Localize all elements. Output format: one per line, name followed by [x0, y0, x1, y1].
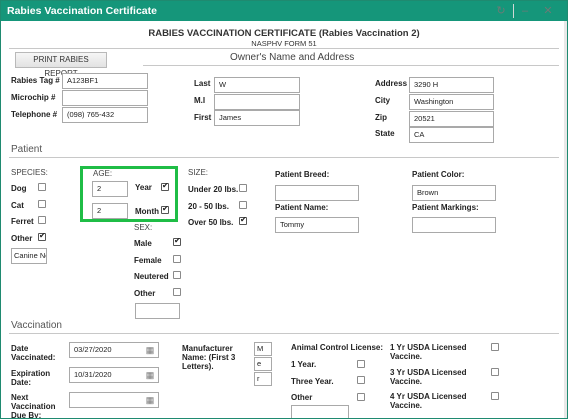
species-other-checkbox[interactable]	[38, 231, 46, 241]
patient-divider	[9, 157, 559, 158]
species-cat-label: Cat	[11, 201, 24, 210]
patient-markings-input[interactable]	[412, 217, 496, 233]
patient-breed-label: Patient Breed:	[275, 170, 330, 179]
license-other-input[interactable]	[291, 405, 349, 418]
size-20-50-label: 20 - 50 lbs.	[188, 202, 229, 211]
certificate-window: Rabies Vaccination Certificate ↻ – ✕ RAB…	[0, 0, 568, 419]
sex-label: SEX:	[134, 223, 153, 232]
city-input[interactable]: Washington	[409, 94, 494, 110]
size-under-20-checkbox[interactable]	[239, 184, 247, 192]
size-over-50-label: Over 50 lbs.	[188, 218, 234, 227]
license-1-year-checkbox[interactable]	[357, 360, 365, 368]
page-title: RABIES VACCINATION CERTIFICATE (Rabies V…	[148, 28, 420, 39]
manufacturer-label: Manufacturer Name: (First 3 Letters).	[182, 344, 236, 371]
form-number: NASPHV FORM 51	[251, 39, 317, 48]
sex-male-checkbox[interactable]	[173, 236, 181, 246]
state-input[interactable]: CA	[409, 127, 494, 143]
rabies-tag-input[interactable]: A123BF1	[62, 73, 148, 89]
zip-input[interactable]: 20521	[409, 111, 494, 127]
age-highlight-box	[80, 166, 178, 222]
species-cat-checkbox[interactable]	[38, 200, 46, 208]
sex-neutered-checkbox[interactable]	[173, 271, 181, 279]
usda-1yr-label: 1 Yr USDA Licensed Vaccine.	[390, 343, 467, 361]
middle-initial-input[interactable]	[214, 94, 300, 110]
last-name-input[interactable]: W	[214, 77, 300, 93]
size-over-50-checkbox[interactable]	[239, 215, 247, 225]
calendar-icon[interactable]: ▦	[145, 345, 155, 355]
rabies-tag-label: Rabies Tag #	[11, 76, 60, 85]
telephone-input[interactable]: (098) 765-432	[62, 107, 148, 123]
patient-color-label: Patient Color:	[412, 170, 465, 179]
microchip-label: Microchip #	[11, 93, 56, 102]
license-other-checkbox[interactable]	[357, 393, 365, 401]
usda-3yr-label: 3 Yr USDA Licensed Vaccine.	[390, 368, 467, 386]
last-name-label: Last	[194, 79, 211, 88]
city-label: City	[375, 96, 391, 105]
close-icon[interactable]: ✕	[541, 4, 555, 18]
state-label: State	[375, 129, 395, 138]
patient-name-input[interactable]: Tommy	[275, 217, 359, 233]
vaccination-divider	[9, 333, 559, 334]
usda-3yr-checkbox[interactable]	[491, 368, 499, 376]
patient-markings-label: Patient Markings:	[412, 203, 479, 212]
species-ferret-label: Ferret	[11, 217, 34, 226]
size-label: SIZE:	[188, 168, 209, 177]
patient-breed-input[interactable]	[275, 185, 359, 201]
animal-control-license-label: Animal Control License:	[291, 343, 384, 352]
patient-name-label: Patient Name:	[275, 203, 329, 212]
sex-neutered-label: Neutered	[134, 272, 169, 281]
titlebar-divider	[513, 4, 514, 18]
calendar-icon[interactable]: ▦	[145, 395, 155, 405]
license-3-year-checkbox[interactable]	[357, 376, 365, 384]
middle-initial-label: M.I	[194, 96, 206, 105]
form-content: RABIES VACCINATION CERTIFICATE (Rabies V…	[1, 21, 567, 418]
license-3-year-label: Three Year.	[291, 377, 334, 386]
species-label: SPECIES:	[11, 168, 48, 177]
first-name-input[interactable]: James	[214, 110, 300, 126]
manufacturer-letter-3-input[interactable]: r	[254, 372, 272, 386]
refresh-icon[interactable]: ↻	[494, 4, 508, 18]
zip-label: Zip	[375, 113, 387, 122]
sex-male-label: Male	[134, 239, 152, 248]
owner-divider	[143, 65, 559, 66]
next-vaccination-label: Next Vaccination Due By:	[11, 393, 56, 418]
patient-color-input[interactable]: Brown	[412, 185, 496, 201]
print-rabies-report-button[interactable]: PRINT RABIES REPORT	[15, 52, 107, 78]
species-dog-label: Dog	[11, 184, 27, 193]
usda-1yr-checkbox[interactable]	[491, 343, 499, 351]
species-other-input[interactable]: Canine Ne	[11, 248, 47, 264]
manufacturer-letter-2-input[interactable]: e	[254, 357, 272, 371]
sex-other-checkbox[interactable]	[173, 288, 181, 296]
species-other-label: Other	[11, 234, 33, 243]
vertical-scrollbar[interactable]	[564, 21, 567, 418]
size-20-50-checkbox[interactable]	[239, 201, 247, 209]
sex-female-checkbox[interactable]	[173, 255, 181, 263]
telephone-label: Telephone #	[11, 110, 58, 119]
window-title: Rabies Vaccination Certificate	[7, 5, 157, 17]
expiration-date-label: Expiration Date:	[11, 369, 51, 387]
calendar-icon[interactable]: ▦	[145, 370, 155, 380]
owner-section-heading: Owner's Name and Address	[230, 52, 355, 63]
license-1-year-label: 1 Year.	[291, 360, 317, 369]
address-input[interactable]: 3290 H	[409, 77, 494, 93]
address-label: Address	[375, 79, 408, 88]
manufacturer-letter-1-input[interactable]: M	[254, 342, 272, 356]
minimize-icon[interactable]: –	[518, 4, 532, 18]
species-dog-checkbox[interactable]	[38, 183, 46, 191]
patient-section-heading: Patient	[11, 144, 43, 155]
license-other-label: Other	[291, 393, 313, 402]
usda-4yr-label: 4 Yr USDA Licensed Vaccine.	[390, 392, 467, 410]
species-ferret-checkbox[interactable]	[38, 216, 46, 224]
microchip-input[interactable]	[62, 90, 148, 106]
header-divider	[9, 48, 559, 49]
vaccination-section-heading: Vaccination	[11, 320, 62, 331]
first-name-label: First	[194, 113, 212, 122]
sex-other-input[interactable]	[135, 303, 180, 319]
usda-4yr-checkbox[interactable]	[491, 392, 499, 400]
sex-female-label: Female	[134, 256, 162, 265]
size-under-20-label: Under 20 lbs.	[188, 185, 239, 194]
title-bar: Rabies Vaccination Certificate ↻ – ✕	[1, 1, 567, 21]
sex-other-label: Other	[134, 289, 156, 298]
date-vaccinated-label: Date Vaccinated:	[11, 344, 56, 362]
